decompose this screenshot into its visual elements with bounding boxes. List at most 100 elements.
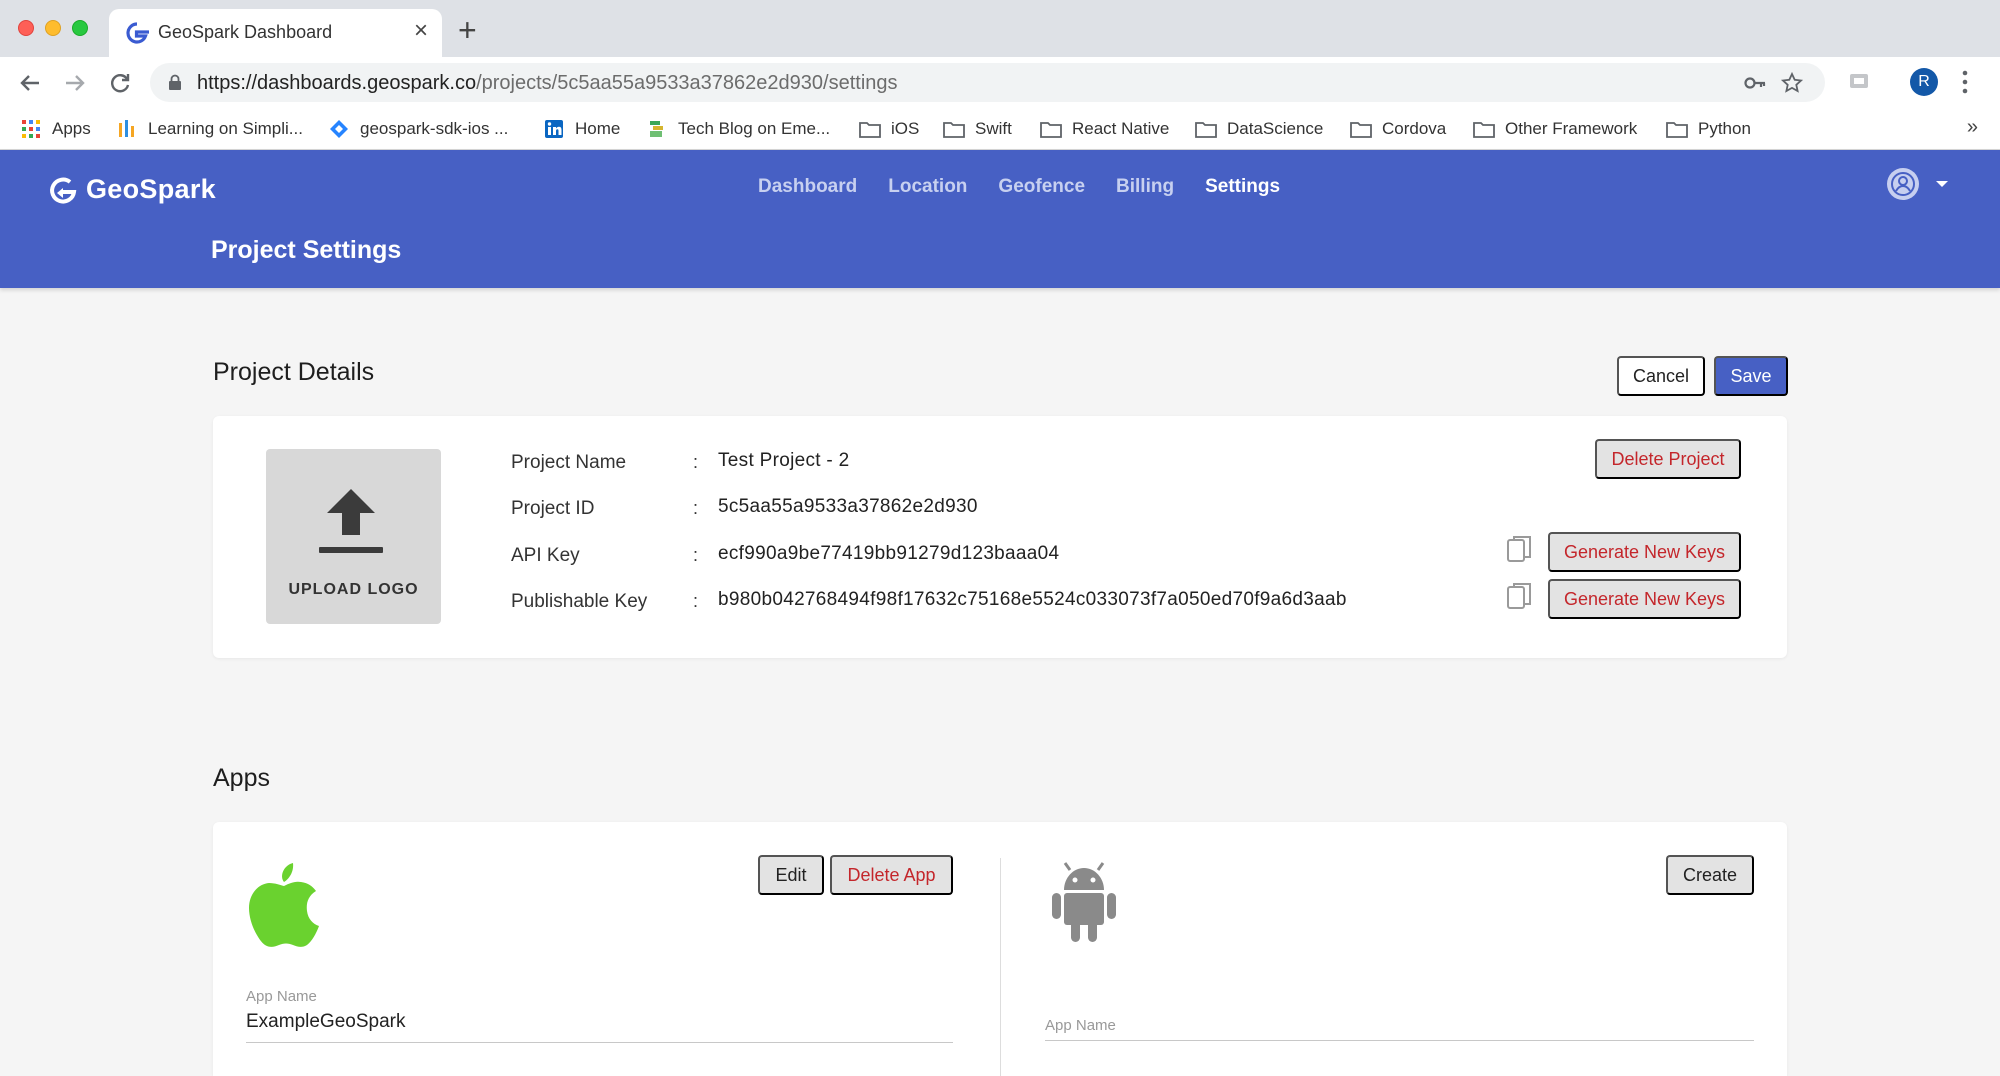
reload-icon[interactable] (105, 68, 135, 98)
folder-icon (1350, 122, 1372, 138)
copy-api-key-icon[interactable] (1506, 534, 1532, 564)
url-host: https://dashboards.geospark.co (197, 72, 477, 94)
tab-close-icon[interactable]: × (414, 17, 428, 45)
apps-title: Apps (213, 764, 270, 792)
bookmark-label: Home (575, 119, 621, 138)
bookmark-folder-ios[interactable]: iOS (859, 116, 919, 142)
folder-icon (1473, 122, 1495, 138)
minimize-window-button[interactable] (45, 20, 61, 36)
delete-project-button[interactable]: Delete Project (1595, 439, 1741, 479)
bookmark-label: geospark-sdk-ios ... (360, 119, 509, 138)
generate-publishable-key-button[interactable]: Generate New Keys (1548, 579, 1741, 619)
bookmark-apps[interactable]: Apps (20, 116, 91, 142)
apps-divider (1000, 858, 1001, 1076)
android-app-name-input[interactable] (1045, 1040, 1754, 1041)
folder-icon (943, 122, 965, 138)
upload-icon (319, 489, 383, 553)
main-nav: Dashboard Location Geofence Billing Sett… (758, 176, 1311, 198)
field-colon: : (693, 591, 699, 611)
bookmark-label: Python (1698, 119, 1751, 138)
project-id-label: Project ID (511, 498, 595, 519)
bookmark-folder-datascience[interactable]: DataScience (1195, 116, 1323, 142)
upload-logo-label: UPLOAD LOGO (288, 581, 419, 598)
bookmark-label: Tech Blog on Eme... (678, 119, 831, 138)
cancel-button[interactable]: Cancel (1617, 356, 1705, 396)
bookmark-label: DataScience (1227, 119, 1324, 138)
field-colon: : (693, 545, 699, 565)
nav-geofence[interactable]: Geofence (998, 176, 1085, 198)
folder-icon (1040, 122, 1062, 138)
bookmark-label: Learning on Simpli... (148, 119, 303, 138)
chevron-down-icon (1936, 181, 1948, 187)
bookmark-folder-swift[interactable]: Swift (943, 116, 1012, 142)
generate-api-key-button[interactable]: Generate New Keys (1548, 532, 1741, 572)
ios-app-name-value[interactable]: ExampleGeoSpark (246, 1011, 405, 1033)
bookmark-label: Other Framework (1505, 119, 1638, 138)
profile-avatar[interactable]: R (1910, 68, 1938, 96)
api-key-value: ecf990a9be77419bb91279d123baaa04 (718, 543, 1060, 564)
ios-app-name-underline (246, 1042, 953, 1043)
android-app-name-label: App Name (1045, 1017, 1116, 1034)
bookmark-home[interactable]: Home (543, 116, 620, 142)
copy-publishable-key-icon[interactable] (1506, 581, 1532, 611)
new-tab-icon[interactable]: + (458, 14, 477, 46)
bookmark-geospark-sdk[interactable]: geospark-sdk-ios ... (328, 116, 508, 142)
browser-tab[interactable]: GeoSpark Dashboard × (109, 9, 442, 57)
nav-settings[interactable]: Settings (1205, 176, 1280, 198)
bookmarks-overflow-icon[interactable]: » (1967, 116, 1978, 139)
project-details-title: Project Details (213, 358, 375, 386)
bookmark-tech-blog[interactable]: Tech Blog on Eme... (646, 116, 830, 142)
tab-title: GeoSpark Dashboard (158, 22, 333, 42)
create-app-button[interactable]: Create (1666, 855, 1754, 895)
app-header: GeoSpark Dashboard Location Geofence Bil… (0, 150, 2000, 288)
folder-icon (1666, 122, 1688, 138)
nav-location[interactable]: Location (888, 176, 967, 198)
user-menu[interactable] (1886, 167, 1948, 201)
brand-name: GeoSpark (86, 174, 216, 204)
key-icon[interactable] (1743, 71, 1767, 95)
user-account-icon (1887, 168, 1919, 200)
geospark-logo-icon (50, 177, 77, 204)
bookmark-label: Apps (52, 119, 91, 138)
brand-logo[interactable]: GeoSpark (48, 174, 216, 205)
project-details-card: UPLOAD LOGO Project Name : Test Project … (213, 416, 1787, 658)
extension-icon[interactable] (1847, 71, 1871, 93)
folder-icon (1195, 122, 1217, 138)
page-title: Project Settings (211, 236, 402, 264)
field-colon: : (693, 498, 699, 518)
upload-logo-button[interactable]: UPLOAD LOGO (266, 449, 441, 624)
lock-icon (169, 74, 181, 90)
project-id-value: 5c5aa55a9533a37862e2d930 (718, 496, 978, 517)
blog-icon (650, 121, 663, 137)
save-button[interactable]: Save (1714, 356, 1788, 396)
close-window-button[interactable] (18, 20, 34, 36)
bookmark-folder-react-native[interactable]: React Native (1040, 116, 1169, 142)
android-icon (1052, 862, 1116, 942)
bookmark-folder-other-framework[interactable]: Other Framework (1473, 116, 1637, 142)
browser-menu-icon[interactable] (1960, 69, 1970, 95)
linkedin-icon (545, 120, 563, 138)
forward-arrow-icon[interactable] (60, 68, 90, 98)
nav-billing[interactable]: Billing (1116, 176, 1174, 198)
bookmark-label: React Native (1072, 119, 1170, 138)
bookmarks-bar: Apps Learning on Simpli... geospark-sdk-… (0, 108, 2000, 150)
publishable-key-value: b980b042768494f98f17632c75168e5524c03307… (718, 589, 1347, 610)
maximize-window-button[interactable] (72, 20, 88, 36)
geospark-favicon-icon (126, 22, 149, 44)
address-bar[interactable]: https://dashboards.geospark.co/projects/… (150, 63, 1825, 102)
bookmark-folder-python[interactable]: Python (1666, 116, 1751, 142)
bookmark-label: iOS (891, 119, 920, 138)
edit-app-button[interactable]: Edit (758, 855, 824, 895)
browser-toolbar: https://dashboards.geospark.co/projects/… (0, 57, 2000, 108)
delete-app-button[interactable]: Delete App (830, 855, 953, 895)
publishable-key-label: Publishable Key (511, 591, 648, 612)
field-colon: : (693, 452, 699, 472)
nav-dashboard[interactable]: Dashboard (758, 176, 857, 198)
bookmark-folder-cordova[interactable]: Cordova (1350, 116, 1446, 142)
folder-icon (859, 122, 881, 138)
bookmark-star-icon[interactable] (1780, 71, 1804, 95)
api-key-label: API Key (511, 545, 580, 566)
back-arrow-icon[interactable] (15, 68, 45, 98)
bookmark-simplilearn[interactable]: Learning on Simpli... (116, 116, 303, 142)
url-path: /projects/5c5aa55a9533a37862e2d930/setti… (476, 72, 898, 94)
